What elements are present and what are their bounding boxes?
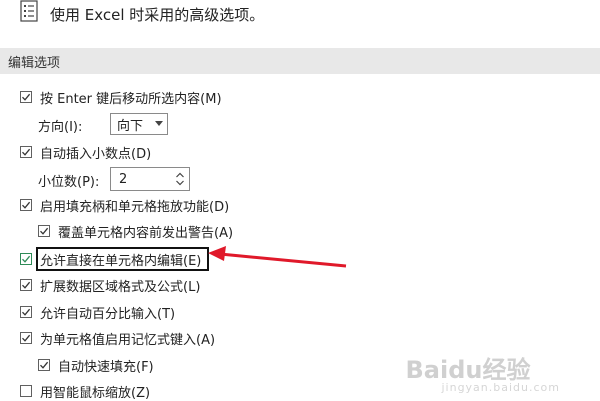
option-extend-formats[interactable]: 扩展数据区域格式及公式(L) bbox=[20, 275, 200, 295]
highlight-box bbox=[36, 247, 209, 271]
page-title: 使用 Excel 时采用的高级选项。 bbox=[50, 6, 265, 24]
places-value: 2 bbox=[119, 171, 128, 187]
stepper-arrows-icon[interactable] bbox=[175, 170, 185, 188]
places-stepper[interactable]: 2 bbox=[110, 167, 190, 191]
section-header-editing-options: 编辑选项 bbox=[0, 48, 600, 74]
checkbox[interactable] bbox=[38, 359, 50, 371]
checkmark-icon bbox=[22, 148, 31, 156]
direction-select[interactable]: 向下 bbox=[110, 113, 168, 135]
places-label: 小位数(P): bbox=[38, 174, 100, 190]
checkmark-icon bbox=[22, 201, 31, 209]
checkmark-icon bbox=[22, 308, 31, 316]
checkbox[interactable] bbox=[38, 225, 50, 237]
direction-label: 方向(I): bbox=[38, 119, 83, 135]
checkbox[interactable] bbox=[20, 332, 32, 344]
option-label: 启用填充柄和单元格拖放功能(D) bbox=[40, 199, 230, 215]
chevron-down-icon bbox=[155, 121, 163, 126]
direction-value: 向下 bbox=[117, 118, 144, 134]
option-label: 允许自动百分比输入(T) bbox=[40, 306, 176, 322]
option-fill-handle[interactable]: 启用填充柄和单元格拖放功能(D) bbox=[20, 195, 229, 215]
checkbox[interactable] bbox=[20, 91, 32, 103]
option-label: 覆盖单元格内容前发出警告(A) bbox=[58, 225, 234, 241]
option-flash-fill[interactable]: 自动快速填充(F) bbox=[38, 355, 154, 375]
option-label: 自动快速填充(F) bbox=[58, 359, 154, 375]
checkbox[interactable] bbox=[20, 199, 32, 211]
option-alert-overwrite[interactable]: 覆盖单元格内容前发出警告(A) bbox=[38, 221, 233, 241]
checkmark-icon bbox=[22, 93, 31, 101]
watermark-url: jingyan.baidu.com bbox=[441, 381, 560, 394]
checkmark-icon bbox=[40, 227, 49, 235]
option-autocomplete[interactable]: 为单元格值启用记忆式键入(A) bbox=[20, 328, 215, 348]
options-header: 使用 Excel 时采用的高级选项。 bbox=[0, 0, 600, 34]
option-label: 自动插入小数点(D) bbox=[40, 146, 152, 162]
checkbox[interactable] bbox=[20, 306, 32, 318]
checkbox[interactable] bbox=[20, 253, 32, 265]
section-title: 编辑选项 bbox=[8, 56, 61, 71]
option-auto-percent[interactable]: 允许自动百分比输入(T) bbox=[20, 302, 175, 322]
option-auto-decimal[interactable]: 自动插入小数点(D) bbox=[20, 142, 151, 162]
red-arrow-annotation bbox=[208, 246, 347, 268]
checkmark-icon bbox=[22, 255, 31, 263]
checkbox[interactable] bbox=[20, 279, 32, 291]
direction-field: 方向(I): bbox=[38, 113, 82, 137]
checkmark-icon bbox=[22, 334, 31, 342]
watermark: Baidu经验 jingyan.baidu.com bbox=[405, 350, 560, 394]
option-label: 为单元格值启用记忆式键入(A) bbox=[40, 332, 216, 348]
option-move-after-enter[interactable]: 按 Enter 键后移动所选内容(M) bbox=[20, 87, 222, 107]
option-intellimouse-zoom[interactable]: 用智能鼠标缩放(Z) bbox=[20, 381, 150, 401]
places-field: 小位数(P): bbox=[38, 168, 99, 192]
checkmark-icon bbox=[22, 281, 31, 289]
checkmark-icon bbox=[40, 361, 49, 369]
document-options-icon bbox=[20, 0, 38, 22]
option-label: 用智能鼠标缩放(Z) bbox=[40, 385, 151, 401]
watermark-logo: Baidu经验 bbox=[405, 356, 531, 384]
checkbox[interactable] bbox=[20, 146, 32, 158]
checkbox[interactable] bbox=[20, 385, 32, 397]
option-label: 扩展数据区域格式及公式(L) bbox=[40, 279, 201, 295]
option-label: 按 Enter 键后移动所选内容(M) bbox=[40, 91, 222, 107]
